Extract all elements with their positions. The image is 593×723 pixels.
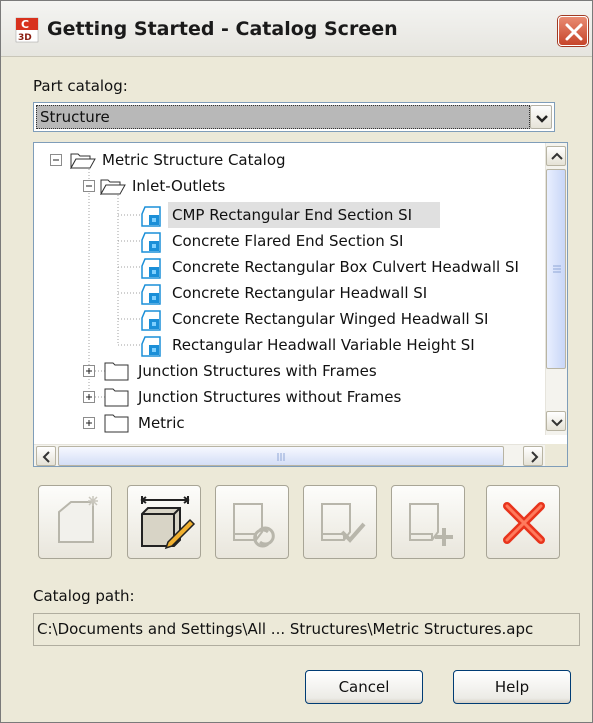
horizontal-scrollbar[interactable] bbox=[34, 444, 546, 466]
part-icon bbox=[141, 206, 161, 227]
scroll-up-button[interactable] bbox=[546, 146, 566, 166]
folder-open-icon bbox=[70, 153, 96, 169]
folder-icon bbox=[104, 388, 129, 407]
part-icon bbox=[141, 284, 161, 305]
tree-item-label: Metric bbox=[138, 414, 185, 432]
scroll-corner bbox=[545, 444, 567, 466]
delete-part-icon bbox=[503, 502, 545, 544]
folder-open-icon bbox=[100, 179, 126, 195]
new-part-icon bbox=[58, 496, 98, 543]
tree-item-label: Metric Structure Catalog bbox=[102, 151, 286, 169]
chevron-down-icon bbox=[551, 419, 563, 427]
tree-item-part[interactable]: Rectangular Headwall Variable Height SI bbox=[34, 332, 544, 358]
svg-text:3D: 3D bbox=[18, 33, 32, 43]
tree-item-label: Junction Structures without Frames bbox=[138, 388, 402, 406]
tree-item-part[interactable]: Concrete Rectangular Headwall SI bbox=[34, 280, 544, 306]
catalog-tree[interactable]: Metric Structure Catalog Inlet-Outlets C… bbox=[33, 142, 568, 467]
svg-text:C: C bbox=[21, 18, 29, 31]
add-part-icon bbox=[409, 503, 453, 546]
tree-item-label: Concrete Flared End Section SI bbox=[172, 232, 404, 250]
civil3d-app-icon: C 3D bbox=[15, 17, 39, 43]
scroll-down-button[interactable] bbox=[546, 411, 566, 431]
tree-item-label: Inlet-Outlets bbox=[132, 177, 226, 195]
part-catalog-label: Part catalog: bbox=[33, 77, 128, 95]
collapse-icon[interactable] bbox=[83, 180, 95, 192]
grip-icon bbox=[277, 453, 285, 461]
collapse-icon[interactable] bbox=[50, 154, 62, 166]
chevron-down-icon bbox=[536, 115, 548, 123]
scroll-thumb[interactable] bbox=[546, 169, 566, 369]
tree-item-part[interactable]: CMP Rectangular End Section SI bbox=[34, 202, 544, 228]
catalog-path-label: Catalog path: bbox=[33, 587, 135, 605]
cancel-button[interactable]: Cancel bbox=[305, 670, 423, 704]
close-button[interactable] bbox=[558, 16, 588, 46]
tree-item-metric-structure-catalog[interactable]: Metric Structure Catalog bbox=[34, 147, 544, 173]
tree-item-label: Junction Structures with Frames bbox=[138, 362, 377, 380]
validate-part-icon bbox=[321, 503, 366, 543]
part-icon bbox=[141, 336, 161, 357]
delete-part-button[interactable] bbox=[486, 485, 560, 559]
tree-item-junction-with-frames[interactable]: Junction Structures with Frames bbox=[34, 358, 544, 384]
edit-part-size-icon bbox=[140, 496, 196, 550]
vertical-scrollbar[interactable] bbox=[545, 143, 567, 435]
new-part-button[interactable] bbox=[38, 485, 112, 559]
scroll-left-button[interactable] bbox=[36, 446, 56, 466]
tree-item-label: Concrete Rectangular Headwall SI bbox=[172, 284, 428, 302]
tree-item-label: Concrete Rectangular Box Culvert Headwal… bbox=[172, 258, 519, 276]
catalog-path-field[interactable]: C:\Documents and Settings\All ... Struct… bbox=[33, 613, 580, 646]
grip-icon bbox=[553, 265, 561, 273]
tree-item-label: CMP Rectangular End Section SI bbox=[172, 206, 413, 224]
tree-item-metric[interactable]: Metric bbox=[34, 410, 544, 436]
tree-item-part[interactable]: Concrete Rectangular Winged Headwall SI bbox=[34, 306, 544, 332]
edit-part-size-button[interactable] bbox=[127, 485, 201, 559]
part-icon bbox=[141, 232, 161, 253]
expand-icon[interactable] bbox=[83, 391, 95, 403]
tree-item-label: Concrete Rectangular Winged Headwall SI bbox=[172, 310, 489, 328]
tree-item-junction-without-frames[interactable]: Junction Structures without Frames bbox=[34, 384, 544, 410]
part-icon bbox=[141, 310, 161, 331]
tree-item-part[interactable]: Concrete Flared End Section SI bbox=[34, 228, 544, 254]
tree-item-part[interactable]: Concrete Rectangular Box Culvert Headwal… bbox=[34, 254, 544, 280]
part-icon bbox=[141, 258, 161, 279]
title-bar[interactable]: C 3D Getting Started - Catalog Screen bbox=[1, 1, 592, 57]
add-part-button[interactable] bbox=[391, 485, 465, 559]
scroll-right-button[interactable] bbox=[523, 446, 543, 466]
expand-icon[interactable] bbox=[83, 365, 95, 377]
dropdown-arrow-button[interactable] bbox=[530, 105, 552, 129]
scroll-thumb-horizontal[interactable] bbox=[58, 446, 504, 466]
help-button[interactable]: Help bbox=[453, 670, 571, 704]
tree-item-label: Rectangular Headwall Variable Height SI bbox=[172, 336, 475, 354]
expand-icon[interactable] bbox=[83, 417, 95, 429]
folder-icon bbox=[104, 362, 129, 381]
regenerate-part-button[interactable] bbox=[215, 485, 289, 559]
catalog-dialog: C 3D Getting Started - Catalog Screen Pa… bbox=[0, 0, 593, 723]
chevron-left-icon bbox=[42, 451, 50, 463]
chevron-up-icon bbox=[551, 152, 563, 160]
close-icon bbox=[565, 23, 583, 41]
regenerate-part-icon bbox=[233, 503, 275, 548]
window-title: Getting Started - Catalog Screen bbox=[47, 18, 398, 40]
validate-part-button[interactable] bbox=[303, 485, 377, 559]
tree-item-inlet-outlets[interactable]: Inlet-Outlets bbox=[34, 173, 544, 199]
folder-icon bbox=[104, 414, 129, 433]
chevron-right-icon bbox=[531, 451, 539, 463]
part-catalog-selected-value: Structure bbox=[36, 105, 530, 129]
part-catalog-dropdown[interactable]: Structure bbox=[33, 102, 555, 132]
